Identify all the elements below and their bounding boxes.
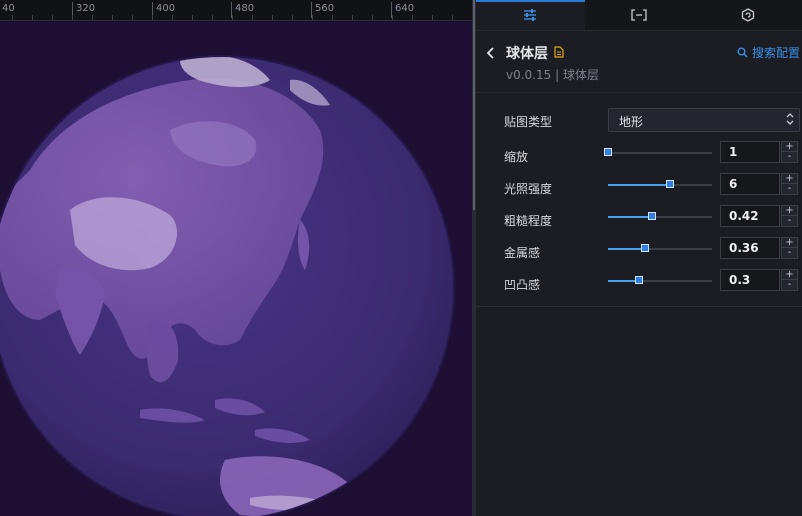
component-title: 球体层 xyxy=(506,46,548,62)
prop-row-light: 光照强度 6 + - xyxy=(476,171,802,203)
back-icon[interactable] xyxy=(484,45,498,61)
slider-thumb[interactable] xyxy=(666,180,675,188)
hexagon-refresh-icon xyxy=(741,8,754,22)
decrement-button[interactable]: - xyxy=(781,248,798,259)
component-version: v0.0.15 | 球体层 xyxy=(506,68,599,82)
select-arrows-icon xyxy=(786,113,794,125)
zoom-slider[interactable] xyxy=(604,148,712,156)
globe-preview[interactable] xyxy=(0,20,472,516)
horizontal-ruler: 40 320 400 480 560 640 xyxy=(0,0,472,21)
slider-fill xyxy=(608,248,646,250)
zoom-input[interactable]: 1 xyxy=(720,141,780,163)
metalness-slider[interactable] xyxy=(608,244,712,252)
decrement-button[interactable]: - xyxy=(781,152,798,163)
roughness-slider[interactable] xyxy=(608,212,712,220)
zoom-value: 1 xyxy=(729,145,738,159)
prop-row-metal: 金属感 0.36 + - xyxy=(476,235,802,267)
roughness-stepper: + - xyxy=(781,205,798,227)
search-config-label: 搜索配置 xyxy=(751,46,800,60)
slider-thumb[interactable] xyxy=(604,148,612,156)
map-type-value: 地形 xyxy=(619,115,644,129)
decrement-button[interactable]: - xyxy=(781,184,798,195)
brackets-icon xyxy=(631,9,647,21)
prop-row-zoom: 缩放 1 + - xyxy=(476,139,802,171)
metalness-stepper: + - xyxy=(781,237,798,259)
prop-label: 凹凸感 xyxy=(504,278,541,292)
divider xyxy=(476,306,802,307)
prop-row-rough: 粗糙程度 0.42 + - xyxy=(476,203,802,235)
tab-data[interactable] xyxy=(585,0,694,30)
slider-thumb[interactable] xyxy=(647,212,656,220)
search-config-link[interactable]: 搜索配置 xyxy=(737,44,800,61)
light-value: 6 xyxy=(729,177,738,191)
zoom-stepper: + - xyxy=(781,141,798,163)
bump-slider[interactable] xyxy=(608,276,712,284)
bump-input[interactable]: 0.3 xyxy=(720,269,780,291)
roughness-value: 0.42 xyxy=(729,209,759,223)
light-stepper: + - xyxy=(781,173,798,195)
light-input[interactable]: 6 xyxy=(720,173,780,195)
bump-stepper: + - xyxy=(781,269,798,291)
metalness-value: 0.36 xyxy=(729,241,759,255)
canvas-area[interactable]: 40 320 400 480 560 640 xyxy=(0,0,472,516)
config-panel: 球体层 v0.0.15 | 球体层 搜索配置 贴图类型 地形 缩放 1 + - … xyxy=(476,0,802,516)
prop-label: 粗糙程度 xyxy=(504,214,553,228)
slider-fill xyxy=(608,216,652,218)
ruler-tick: 560 xyxy=(311,2,334,18)
scrollbar-thumb[interactable] xyxy=(473,0,475,210)
slider-fill xyxy=(608,184,671,186)
property-list: 贴图类型 地形 缩放 1 + - 光照强度 6 + - 粗糙程度 0.42 + … xyxy=(476,92,802,299)
component-header: 球体层 v0.0.15 | 球体层 搜索配置 xyxy=(476,31,802,91)
prop-label: 缩放 xyxy=(504,150,529,164)
search-icon xyxy=(737,47,748,58)
decrement-button[interactable]: - xyxy=(781,216,798,227)
prop-label: 光照强度 xyxy=(504,182,553,196)
roughness-input[interactable]: 0.42 xyxy=(720,205,780,227)
tab-interaction[interactable] xyxy=(693,0,802,30)
sliders-icon xyxy=(524,9,537,21)
slider-thumb[interactable] xyxy=(641,244,650,252)
ruler-tick: 480 xyxy=(231,2,254,18)
light-slider[interactable] xyxy=(608,180,712,188)
metalness-input[interactable]: 0.36 xyxy=(720,237,780,259)
document-icon[interactable] xyxy=(554,46,564,58)
bump-value: 0.3 xyxy=(729,273,751,287)
decrement-button[interactable]: - xyxy=(781,280,798,291)
prop-label: 贴图类型 xyxy=(504,115,553,129)
ruler-tick: 640 xyxy=(391,2,414,18)
prop-row-map-type: 贴图类型 地形 xyxy=(476,107,802,139)
prop-row-bump: 凹凸感 0.3 + - xyxy=(476,267,802,299)
slider-thumb[interactable] xyxy=(635,276,644,284)
panel-tabs xyxy=(476,0,802,31)
prop-label: 金属感 xyxy=(504,246,541,260)
map-type-select[interactable]: 地形 xyxy=(608,108,800,132)
tab-settings[interactable] xyxy=(476,0,585,30)
